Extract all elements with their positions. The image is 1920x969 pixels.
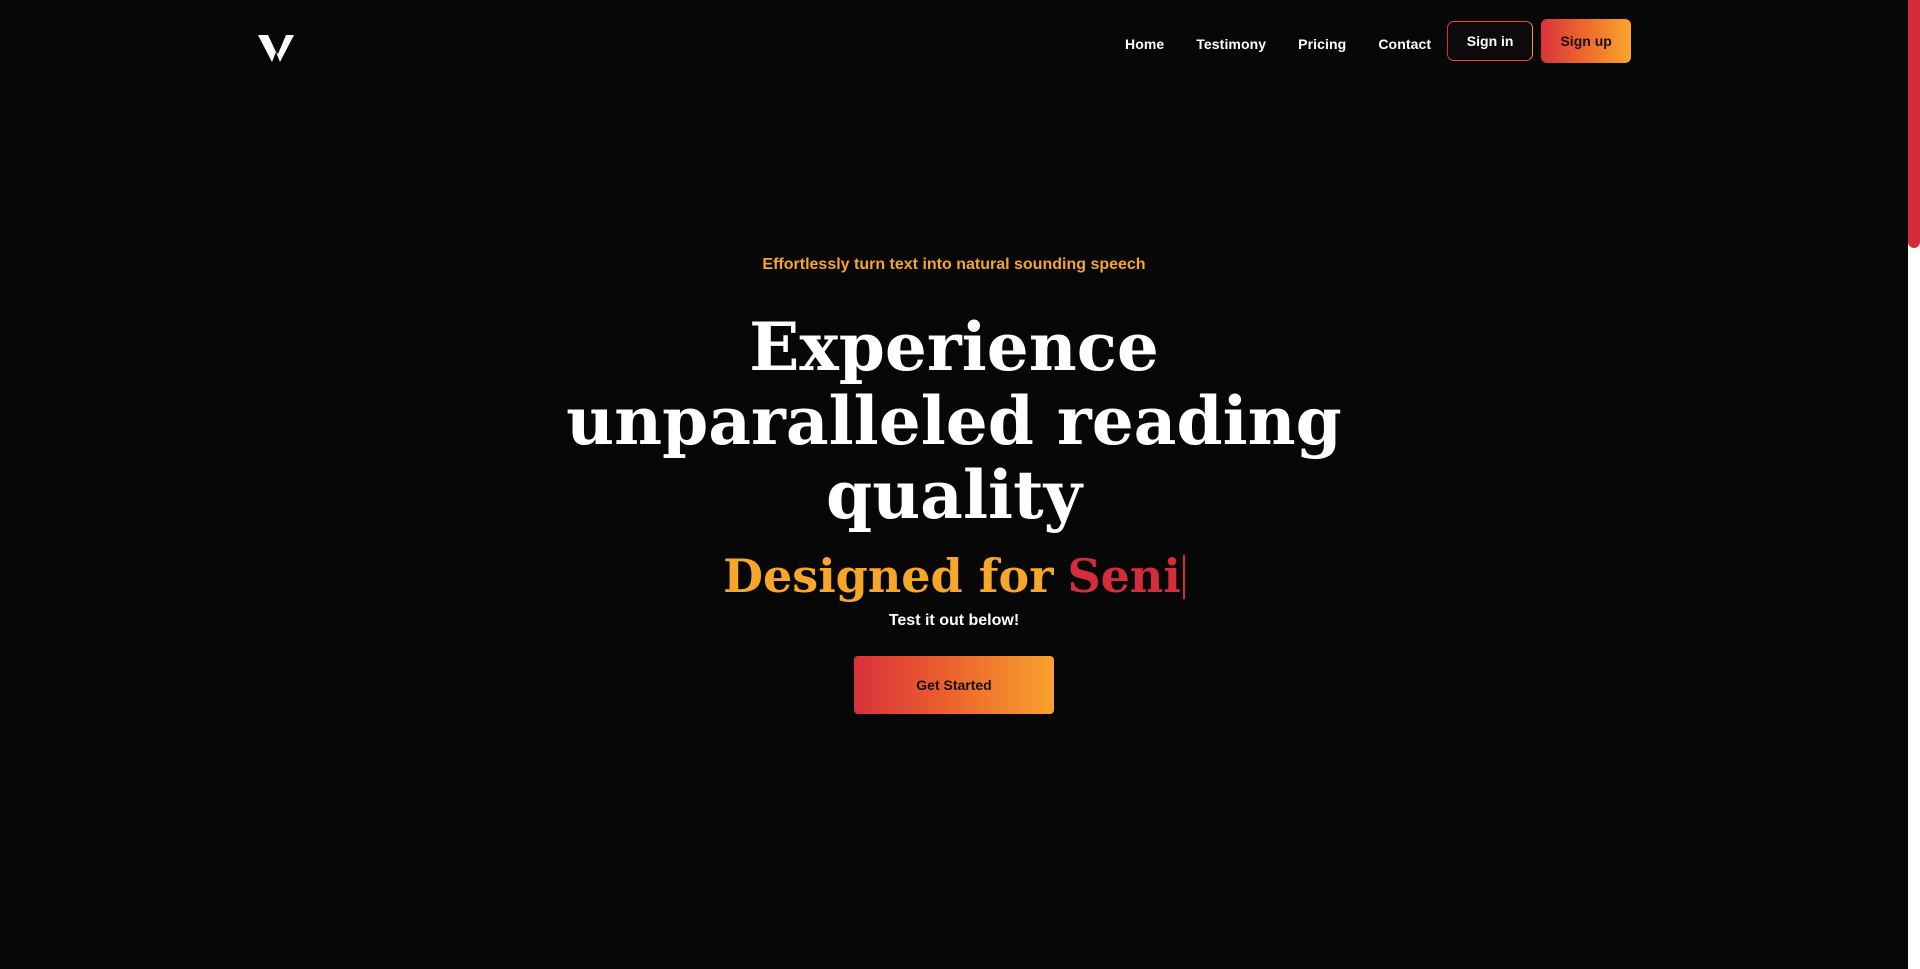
sign-in-button[interactable]: Sign in — [1447, 21, 1534, 61]
nav-testimony-link[interactable]: Testimony — [1196, 36, 1266, 52]
nav-pricing-link[interactable]: Pricing — [1298, 36, 1346, 52]
headline-line-1: Experience — [749, 308, 1159, 386]
headline-line-3: quality — [826, 456, 1082, 534]
v-logo-icon[interactable] — [258, 32, 296, 64]
get-started-button[interactable]: Get Started — [854, 656, 1054, 714]
hero-tagline: Effortlessly turn text into natural soun… — [762, 256, 1146, 273]
landing-page: Home Testimony Pricing Contact Sign in S… — [0, 0, 1920, 969]
typewriter-word: Seni — [1067, 549, 1181, 603]
nav-home-link[interactable]: Home — [1125, 36, 1164, 52]
scrollbar-thumb[interactable] — [1908, 0, 1920, 248]
typewriter-line: Designed for Seni — [0, 548, 1908, 604]
nav-contact-link[interactable]: Contact — [1378, 36, 1431, 52]
page-scrollbar[interactable] — [1908, 0, 1920, 969]
typing-caret — [1182, 555, 1185, 599]
headline-line-2: unparalleled reading — [566, 382, 1342, 460]
sign-up-button[interactable]: Sign up — [1541, 19, 1632, 63]
hero-headline: Experience unparalleled reading quality — [0, 310, 1908, 532]
hero-subtext: Test it out below! — [888, 612, 1020, 629]
designed-for-prefix: Designed for — [723, 549, 1054, 603]
site-header: Home Testimony Pricing Contact Sign in S… — [0, 0, 1900, 90]
main-nav: Home Testimony Pricing Contact Sign in S… — [1125, 19, 1632, 66]
